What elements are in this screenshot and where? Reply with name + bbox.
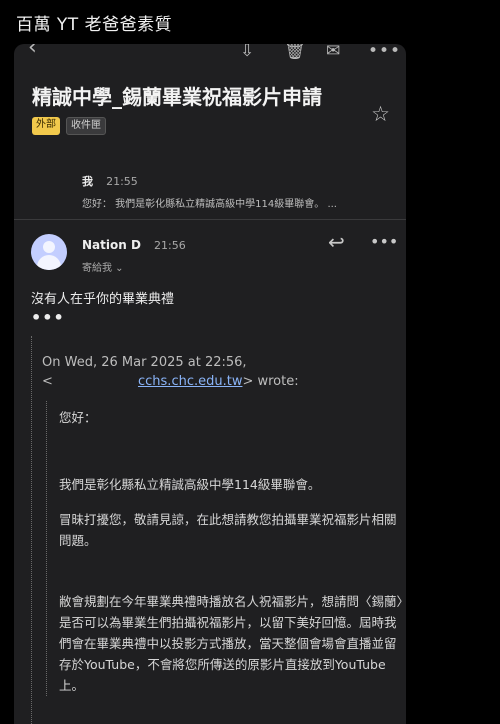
- label-list: 外部 收件匣: [32, 117, 106, 135]
- avatar-head-shape: [43, 241, 55, 253]
- email-subject: 精誠中學_錫蘭畢業祝福影片申請: [32, 85, 322, 109]
- quote-paragraph: 我們是彰化縣私立精誠高級中學114級畢聯會。: [59, 477, 321, 492]
- sender-avatar[interactable]: [31, 234, 67, 270]
- quote-header: On Wed, 26 Mar 2025 at 22:56,: [42, 355, 247, 370]
- show-trimmed-button[interactable]: •••: [31, 308, 65, 327]
- quote-wrote: > wrote:: [242, 374, 299, 389]
- collapsed-snippet: 您好： 我們是彰化縣私立精誠高級中學114級畢聯會。 ...: [82, 199, 337, 210]
- quote-sender-line: < cchs.chc.edu.tw> wrote:: [42, 373, 406, 391]
- star-icon[interactable]: ☆: [371, 102, 390, 126]
- collapsed-sender: 我: [82, 175, 93, 188]
- label-external: 外部: [32, 117, 60, 135]
- sender-info: Nation D 21:56 寄給我 ⌄: [82, 234, 186, 274]
- archive-icon[interactable]: ⇩: [240, 44, 254, 60]
- more-options-icon[interactable]: •••: [368, 44, 401, 60]
- sender-name: Nation D: [82, 238, 141, 252]
- quoted-thread: On Wed, 26 Mar 2025 at 22:56, < cchs.chc.…: [31, 336, 406, 724]
- email-toolbar: ‹ ⇩ 🗑 ✉ •••: [14, 44, 406, 66]
- quote-paragraph: 敝會規劃在今年畢業典禮時播放名人祝福影片，想請問〈錫蘭〉是否可以為畢業生們拍攝祝…: [59, 594, 403, 693]
- message-time: 21:56: [154, 239, 186, 252]
- mark-unread-icon[interactable]: ✉: [326, 44, 340, 60]
- trash-icon[interactable]: 🗑: [284, 44, 306, 60]
- label-inbox[interactable]: 收件匣: [66, 117, 106, 135]
- sender-email-link[interactable]: cchs.chc.edu.tw: [138, 374, 242, 389]
- quote-paragraph: 冒昧打擾您，敬請見諒，在此想請教您拍攝畢業祝福影片相關問題。: [59, 512, 397, 548]
- quote-lt: <: [42, 374, 53, 389]
- email-screen: ‹ ⇩ 🗑 ✉ ••• 精誠中學_錫蘭畢業祝福影片申請 ☆ 外部 收件匣 我 2…: [14, 44, 406, 724]
- collapsed-time: 21:55: [106, 175, 138, 188]
- reply-icon[interactable]: ↩: [328, 230, 345, 254]
- post-title: 百萬 YT 老爸爸素質: [16, 15, 173, 35]
- message-body: 沒有人在乎你的畢業典禮: [31, 292, 175, 307]
- quote-greeting: 您好：: [59, 410, 97, 425]
- back-icon[interactable]: ‹: [28, 44, 37, 59]
- quoted-message: 您好： 我們是彰化縣私立精誠高級中學114級畢聯會。 冒昧打擾您，敬請見諒，在此…: [46, 401, 406, 696]
- message-more-icon[interactable]: •••: [370, 232, 398, 251]
- collapsed-message[interactable]: 我 21:55 您好： 我們是彰化縣私立精誠高級中學114級畢聯會。 ...: [82, 170, 390, 210]
- recipient-toggle[interactable]: 寄給我 ⌄: [82, 259, 186, 274]
- avatar-body-shape: [37, 255, 61, 270]
- message-divider: [14, 219, 406, 220]
